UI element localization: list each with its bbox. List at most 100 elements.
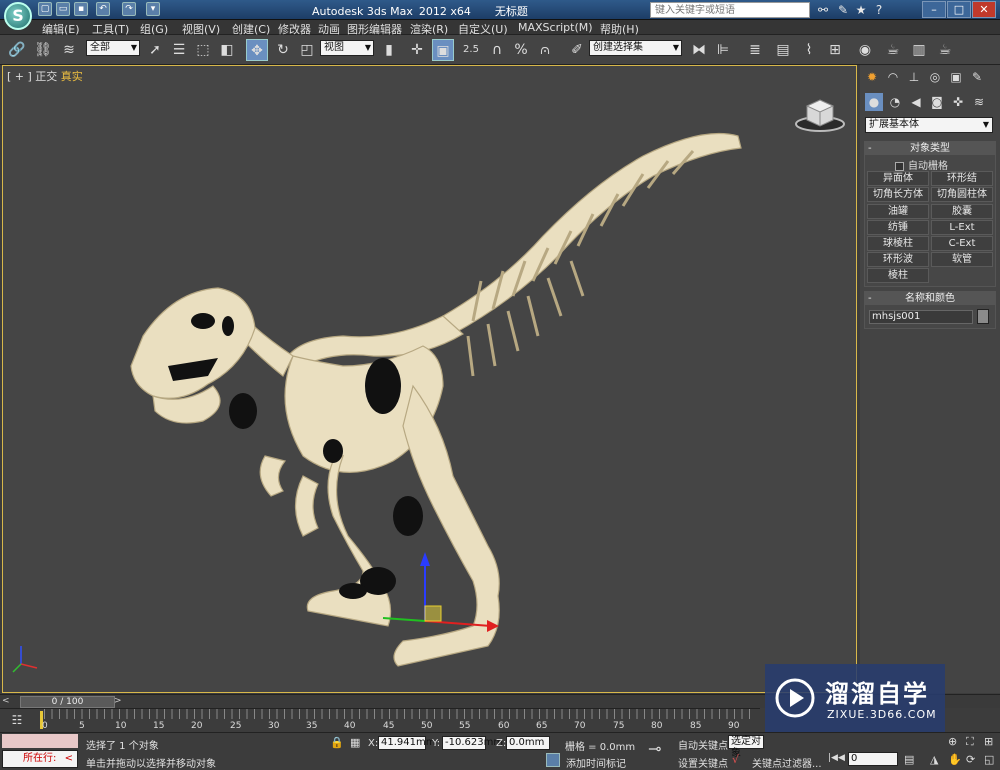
display-tab-icon[interactable]: ▣	[947, 68, 965, 86]
rendered-frame-window-icon[interactable]: ▥	[908, 39, 930, 61]
zoom-icon[interactable]: ⊕	[948, 735, 957, 748]
add-time-tag[interactable]: 添加时间标记	[566, 755, 626, 770]
select-and-scale-icon[interactable]: ◰	[296, 39, 318, 61]
pivot-center-icon[interactable]: ▮	[378, 39, 400, 61]
keyboard-shortcut-override-icon[interactable]: ▣	[432, 39, 454, 61]
hedra-button[interactable]: 异面体	[867, 171, 929, 186]
orbit-icon[interactable]: ⟳	[966, 753, 975, 766]
time-slider-thumb[interactable]: 0 / 100	[20, 696, 115, 708]
spindle-button[interactable]: 纺锤	[867, 220, 929, 235]
gengon-button[interactable]: 球棱柱	[867, 236, 929, 251]
hose-button[interactable]: 软管	[931, 252, 993, 267]
bind-space-warp-icon[interactable]: ≋	[58, 39, 80, 61]
app-logo[interactable]: S	[4, 2, 32, 30]
l-ext-button[interactable]: L-Ext	[931, 220, 993, 235]
prism-button[interactable]: 棱柱	[867, 268, 929, 283]
name-and-color-header[interactable]: - 名称和颜色	[865, 292, 995, 305]
rectangular-selection-icon[interactable]: ⬚	[192, 39, 214, 61]
graphite-ribbon-icon[interactable]: ▤	[772, 39, 794, 61]
hierarchy-tab-icon[interactable]: ⊥	[905, 68, 923, 86]
window-crossing-icon[interactable]: ◧	[216, 39, 238, 61]
zoom-all-icon[interactable]: ⊞	[984, 735, 993, 748]
key-filter-selection-dropdown[interactable]: 选定对象	[728, 735, 764, 759]
wrench-icon[interactable]: ✎	[835, 2, 851, 18]
autogrid-checkbox[interactable]: 自动栅格	[895, 157, 948, 172]
new-file-icon[interactable]: ▢	[38, 2, 52, 16]
select-object-icon[interactable]: ➚	[144, 39, 166, 61]
geometry-icon[interactable]: ●	[865, 93, 883, 111]
time-tag-icon[interactable]	[546, 753, 560, 767]
unlink-icon[interactable]: ⛓	[32, 39, 54, 61]
material-editor-icon[interactable]: ◉	[854, 39, 876, 61]
spinner-snap-icon[interactable]: ⩀	[534, 39, 556, 61]
x-coordinate-input[interactable]: 41.941mm	[378, 736, 435, 750]
selection-lock-icon[interactable]: 🔒	[330, 736, 344, 749]
mirror-icon[interactable]: ⧓	[688, 39, 710, 61]
reference-coordinate-dropdown[interactable]: 视图 ▼	[320, 40, 374, 56]
maximize-button[interactable]: □	[947, 1, 971, 18]
minimize-button[interactable]: –	[922, 1, 946, 18]
percent-snap-icon[interactable]: %	[510, 39, 532, 61]
link-icon[interactable]: 🔗	[6, 39, 28, 61]
viewport-perspective[interactable]: [ + ] 正交 真实	[2, 65, 857, 693]
motion-tab-icon[interactable]: ◎	[926, 68, 944, 86]
object-color-swatch[interactable]	[977, 309, 989, 324]
utilities-tab-icon[interactable]: ✎	[968, 68, 986, 86]
search-input[interactable]: 键入关键字或短语	[650, 2, 810, 18]
time-config-icon[interactable]: ▤	[904, 753, 914, 766]
render-production-icon[interactable]: ☕	[934, 39, 956, 61]
key-icon[interactable]: ⊸	[648, 739, 661, 758]
oil-tank-button[interactable]: 油罐	[867, 204, 929, 219]
lights-icon[interactable]: ◀	[907, 93, 925, 111]
menu-maxscript[interactable]: MAXScript(M)	[518, 21, 593, 34]
angle-snap-icon[interactable]: ∩	[486, 39, 508, 61]
script-line-indicator[interactable]: 所在行: <	[2, 750, 78, 768]
align-icon[interactable]: ⊫	[712, 39, 734, 61]
key-filters-button[interactable]: 关键点过滤器...	[752, 755, 822, 770]
set-key-button[interactable]: 设置关键点	[678, 755, 728, 770]
render-setup-icon[interactable]: ☕	[882, 39, 904, 61]
binoculars-icon[interactable]: ⚯	[815, 2, 831, 18]
edit-named-selection-icon[interactable]: ✐	[566, 39, 588, 61]
field-of-view-icon[interactable]: ◮	[930, 753, 938, 766]
redo-icon[interactable]: ↷	[122, 2, 136, 16]
absolute-mode-icon[interactable]: ▦	[350, 736, 360, 749]
selection-filter-dropdown[interactable]: 全部 ▼	[86, 40, 140, 56]
modify-tab-icon[interactable]: ◠	[884, 68, 902, 86]
chamfer-cyl-button[interactable]: 切角圆柱体	[931, 187, 993, 202]
schematic-view-icon[interactable]: ⊞	[824, 39, 846, 61]
mini-curve-editor-icon[interactable]: ☷	[8, 713, 26, 729]
object-category-dropdown[interactable]: 扩展基本体 ▼	[865, 117, 993, 133]
go-to-start-icon[interactable]: |◀◀	[828, 753, 845, 763]
dinosaur-skeleton-model[interactable]	[3, 66, 857, 693]
named-selection-dropdown[interactable]: 创建选择集 ▼	[589, 40, 682, 56]
auto-key-button[interactable]: 自动关键点	[678, 737, 728, 752]
pan-view-icon[interactable]: ✋	[948, 753, 962, 766]
save-file-icon[interactable]: ▪	[74, 2, 88, 16]
star-icon[interactable]: ★	[853, 2, 869, 18]
current-frame-input[interactable]: 0	[848, 752, 898, 766]
select-by-name-icon[interactable]: ☰	[168, 39, 190, 61]
layer-manager-icon[interactable]: ≣	[744, 39, 766, 61]
select-and-manipulate-icon[interactable]: ✛	[406, 39, 428, 61]
undo-icon[interactable]: ↶	[96, 2, 110, 16]
torus-knot-button[interactable]: 环形结	[931, 171, 993, 186]
object-name-input[interactable]: mhsjs001	[869, 310, 973, 324]
helpers-icon[interactable]: ✜	[949, 93, 967, 111]
y-coordinate-input[interactable]: -10.623mm	[442, 736, 503, 750]
snaps-toggle-icon[interactable]: 2.5	[460, 39, 482, 61]
curve-editor-icon[interactable]: ⌇	[798, 39, 820, 61]
object-type-header[interactable]: - 对象类型	[865, 142, 995, 155]
ringwave-button[interactable]: 环形波	[867, 252, 929, 267]
quick-access-dropdown-icon[interactable]: ▾	[146, 2, 160, 16]
maximize-viewport-icon[interactable]: ◱	[984, 753, 994, 766]
create-tab-icon[interactable]: ✹	[863, 68, 881, 86]
shapes-icon[interactable]: ◔	[886, 93, 904, 111]
close-button[interactable]: ✕	[972, 1, 996, 18]
zoom-extents-icon[interactable]: ⛶	[966, 735, 974, 749]
space-warps-icon[interactable]: ≋	[970, 93, 988, 111]
select-and-move-icon[interactable]: ✥	[246, 39, 268, 61]
maxscript-mini-listener[interactable]	[2, 734, 78, 748]
c-ext-button[interactable]: C-Ext	[931, 236, 993, 251]
help-icon[interactable]: ?	[871, 2, 887, 18]
